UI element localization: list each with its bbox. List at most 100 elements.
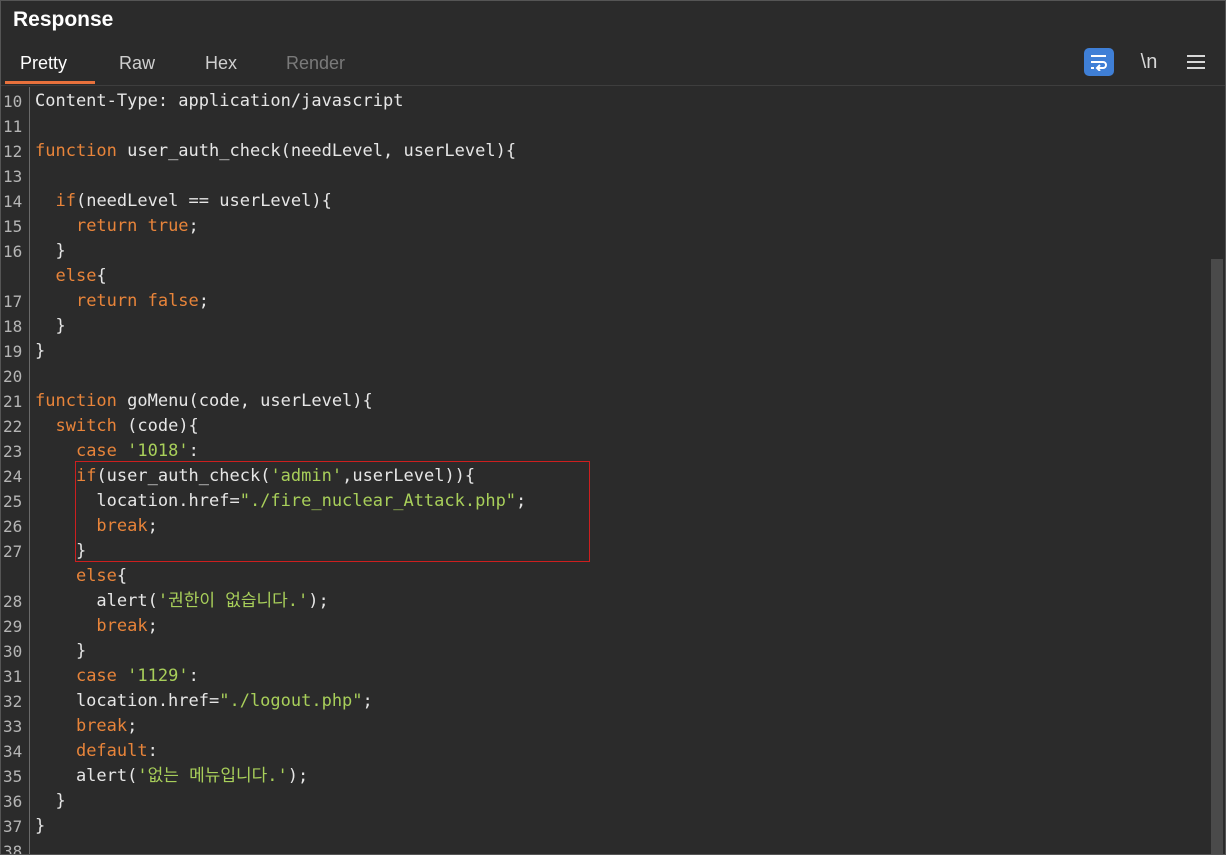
line-number: 28 (3, 592, 23, 611)
keyword-token: case (75, 441, 128, 461)
keyword-token: function (35, 141, 117, 161)
code-token: (code){ (116, 416, 199, 436)
line-number: 25 (3, 492, 23, 511)
gutter-divider (29, 87, 30, 854)
keyword-token: case (75, 666, 128, 686)
line-code: } (35, 814, 45, 839)
code-token: ; (362, 691, 373, 711)
line-code: alert('없는 메뉴입니다.'); (35, 764, 308, 789)
line-number: 33 (3, 717, 23, 736)
code-token: ; (198, 291, 210, 311)
code-token: ); (287, 766, 309, 786)
response-panel: Response Pretty Raw Hex Render \n 10 Cont… (0, 0, 1226, 855)
code-token: goMenu(code, userLevel){ (116, 391, 373, 411)
active-tab-indicator (5, 81, 95, 84)
line-code: } (35, 639, 86, 664)
code-token: } (35, 341, 46, 361)
keyword-token: return true (75, 216, 189, 236)
line-code: break; (35, 614, 158, 639)
code-token: ; (147, 616, 158, 636)
code-token: } (35, 641, 87, 661)
line-code: default: (35, 739, 158, 764)
line-number: 12 (3, 142, 23, 161)
line-number: 15 (3, 217, 23, 236)
line-code: else{ (35, 264, 107, 289)
line-code: } (35, 789, 66, 814)
keyword-token: break (75, 716, 128, 736)
line-number: 34 (3, 742, 23, 761)
line-number: 21 (3, 392, 23, 411)
line-code: function user_auth_check(needLevel, user… (35, 139, 516, 164)
code-token: { (96, 266, 107, 286)
hamburger-menu-icon (1187, 55, 1205, 69)
line-code: Content-Type: application/javascript (35, 89, 403, 114)
string-token: '1129' (127, 666, 189, 686)
keyword-token: default (75, 741, 148, 761)
line-number: 24 (3, 467, 23, 486)
line-number: 32 (3, 692, 23, 711)
line-number: 38 (3, 842, 23, 855)
line-number: 31 (3, 667, 23, 686)
line-number: 13 (3, 167, 23, 186)
keyword-token: function (35, 391, 117, 411)
line-code: location.href="./logout.php"; (35, 689, 373, 714)
line-number: 22 (3, 417, 23, 436)
code-token: { (116, 566, 128, 586)
line-number: 10 (3, 92, 23, 111)
line-number: 26 (3, 517, 23, 536)
code-token: : (147, 741, 158, 761)
code-token: alert( (35, 766, 138, 786)
newline-toggle-button[interactable]: \n (1134, 48, 1164, 76)
keyword-token: break (96, 616, 148, 636)
line-number: 27 (3, 542, 23, 561)
keyword-token: else (75, 566, 117, 586)
code-token: } (35, 791, 66, 811)
line-number: 14 (3, 192, 23, 211)
line-code: if(needLevel == userLevel){ (35, 189, 332, 214)
line-code: return true; (35, 214, 199, 239)
view-tabs: Pretty Raw Hex Render (1, 45, 1225, 86)
line-code: function goMenu(code, userLevel){ (35, 389, 373, 414)
string-token: '없는 메뉴입니다.' (137, 766, 288, 786)
string-token: '1018' (127, 441, 189, 461)
tab-pretty[interactable]: Pretty (20, 53, 67, 74)
line-number: 16 (3, 242, 23, 261)
code-token: (needLevel == userLevel){ (75, 191, 332, 211)
tab-hex[interactable]: Hex (205, 53, 237, 74)
line-code: return false; (35, 289, 209, 314)
line-number: 11 (3, 117, 23, 136)
line-number: 18 (3, 317, 23, 336)
options-menu-button[interactable] (1181, 48, 1211, 76)
tab-raw[interactable]: Raw (119, 53, 155, 74)
vertical-scrollbar[interactable] (1211, 259, 1223, 854)
panel-title: Response (13, 8, 114, 31)
line-number: 29 (3, 617, 23, 636)
code-token: : (188, 441, 199, 461)
wrap-lines-button[interactable] (1084, 48, 1114, 76)
line-number: 35 (3, 767, 23, 786)
keyword-token: switch (55, 416, 117, 436)
tab-render[interactable]: Render (286, 53, 345, 74)
code-token: } (35, 316, 66, 336)
line-code: switch (code){ (35, 414, 199, 439)
code-token: location.href= (35, 691, 220, 711)
line-code: } (35, 239, 65, 264)
code-token: Content-Type: application/javascript (35, 91, 404, 111)
line-code: alert('권한이 없습니다.'); (35, 589, 328, 614)
line-number: 30 (3, 642, 23, 661)
keyword-token: return false (75, 291, 199, 311)
code-token: } (35, 816, 46, 836)
code-token: user_auth_check(needLevel, userLevel){ (116, 141, 517, 161)
line-code: break; (35, 714, 137, 739)
